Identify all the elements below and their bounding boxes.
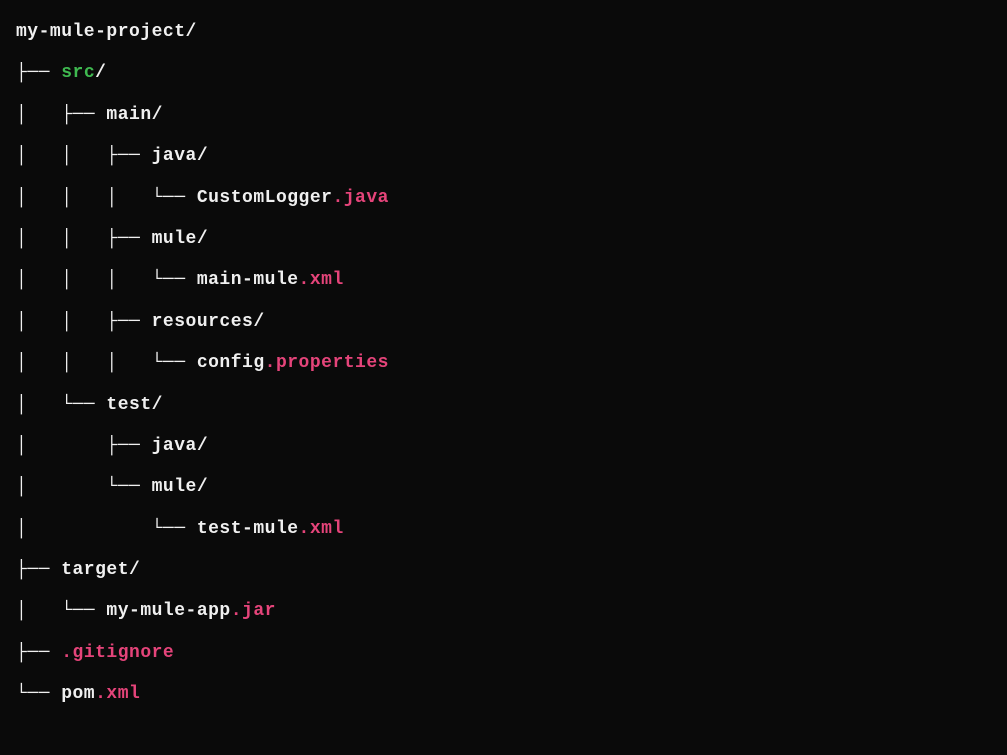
- tree-segment: .jar: [231, 601, 276, 621]
- tree-line: ├── src/: [16, 53, 991, 94]
- tree-segment: │ │ │ └── CustomLogger: [16, 188, 332, 208]
- tree-segment: │ │ ├── java/: [16, 146, 208, 166]
- tree-segment: .java: [332, 188, 389, 208]
- tree-segment: src: [61, 63, 95, 83]
- tree-segment: │ └── test/: [16, 395, 163, 415]
- tree-segment: ├──: [16, 643, 61, 663]
- tree-segment: │ ├── main/: [16, 105, 163, 125]
- tree-segment: │ ├── java/: [16, 436, 208, 456]
- tree-line: ├── .gitignore: [16, 633, 991, 674]
- tree-segment: my-mule-project/: [16, 22, 197, 42]
- tree-line: │ └── mule/: [16, 467, 991, 508]
- tree-line: │ │ ├── resources/: [16, 302, 991, 343]
- tree-segment: /: [95, 63, 106, 83]
- tree-segment: ├──: [16, 63, 61, 83]
- file-tree-view: my-mule-project/ ├── src/ │ ├── main/ │ │ ├…: [16, 12, 991, 716]
- tree-line: │ │ │ └── main-mule.xml: [16, 260, 991, 301]
- tree-segment: .properties: [265, 353, 389, 373]
- tree-segment: │ └── my-mule-app: [16, 601, 231, 621]
- tree-segment: │ │ │ └── main-mule: [16, 270, 299, 290]
- tree-segment: │ │ │ └── config: [16, 353, 265, 373]
- tree-segment: ├── target/: [16, 560, 140, 580]
- tree-line: │ └── test/: [16, 385, 991, 426]
- tree-segment: .gitignore: [61, 643, 174, 663]
- tree-segment: .xml: [299, 270, 344, 290]
- tree-segment: │ │ ├── resources/: [16, 312, 265, 332]
- tree-line: my-mule-project/: [16, 12, 991, 53]
- tree-line: │ │ ├── java/: [16, 136, 991, 177]
- tree-line: │ │ │ └── CustomLogger.java: [16, 178, 991, 219]
- tree-line: │ ├── java/: [16, 426, 991, 467]
- tree-line: │ └── my-mule-app.jar: [16, 591, 991, 632]
- tree-line: │ │ │ └── config.properties: [16, 343, 991, 384]
- tree-segment: .xml: [299, 519, 344, 539]
- tree-segment: │ └── mule/: [16, 477, 208, 497]
- tree-line: │ │ ├── mule/: [16, 219, 991, 260]
- tree-line: ├── target/: [16, 550, 991, 591]
- tree-line: │ └── test-mule.xml: [16, 509, 991, 550]
- tree-segment: │ └── test-mule: [16, 519, 299, 539]
- tree-line: │ ├── main/: [16, 95, 991, 136]
- tree-segment: └── pom: [16, 684, 95, 704]
- tree-segment: .xml: [95, 684, 140, 704]
- tree-segment: │ │ ├── mule/: [16, 229, 208, 249]
- tree-line: └── pom.xml: [16, 674, 991, 715]
